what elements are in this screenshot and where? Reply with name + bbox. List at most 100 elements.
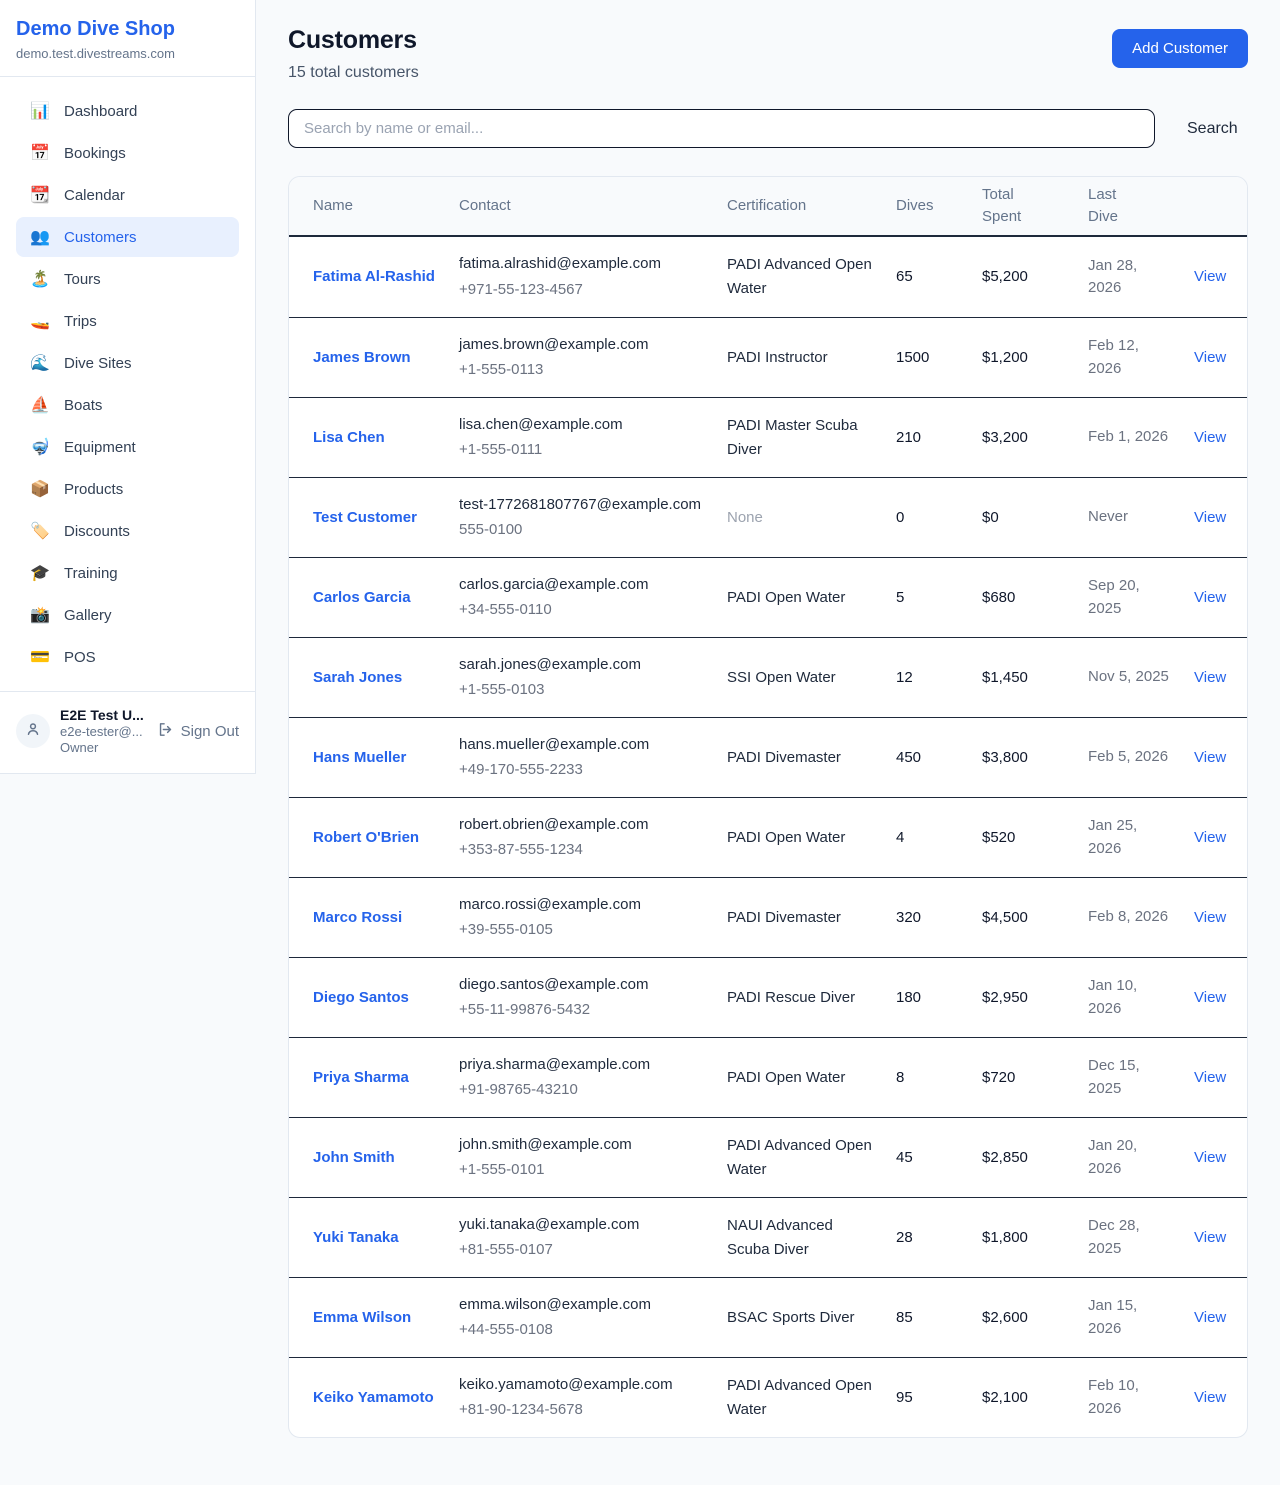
- customer-dives: 45: [896, 1149, 913, 1166]
- customer-dives: 8: [896, 1069, 904, 1086]
- customer-last-dive: Feb 10, 2026: [1088, 1377, 1139, 1417]
- user-role: Owner: [60, 740, 147, 755]
- nav-item-icon: 📸: [30, 605, 50, 625]
- view-customer-link[interactable]: View: [1194, 989, 1226, 1006]
- sidebar-item-tours[interactable]: 🏝️ Tours: [16, 259, 239, 299]
- main-content: Customers 15 total customers Add Custome…: [256, 0, 1280, 1462]
- customer-name-link[interactable]: Emma Wilson: [313, 1309, 411, 1326]
- sign-out-icon: [157, 721, 174, 742]
- customer-name-link[interactable]: Robert O'Brien: [313, 829, 419, 846]
- customer-certification: None: [727, 509, 763, 526]
- sidebar-item-boats[interactable]: ⛵ Boats: [16, 385, 239, 425]
- customer-name-link[interactable]: Marco Rossi: [313, 909, 402, 926]
- sidebar-item-discounts[interactable]: 🏷️ Discounts: [16, 511, 239, 551]
- sidebar-item-gallery[interactable]: 📸 Gallery: [16, 595, 239, 635]
- nav-item-label: Tours: [64, 271, 101, 288]
- customer-phone: +91-98765-43210: [459, 1079, 707, 1102]
- table-row: Priya Sharma priya.sharma@example.com +9…: [289, 1037, 1247, 1117]
- nav-item-label: Customers: [64, 229, 137, 246]
- customer-name-link[interactable]: Keiko Yamamoto: [313, 1389, 434, 1406]
- nav-item-icon: 🏝️: [30, 269, 50, 289]
- view-customer-link[interactable]: View: [1194, 1149, 1226, 1166]
- customer-name-link[interactable]: James Brown: [313, 349, 411, 366]
- customer-name-link[interactable]: Lisa Chen: [313, 429, 385, 446]
- sidebar-user-panel: E2E Test U... e2e-tester@... Owner Sign …: [0, 691, 255, 773]
- customer-phone: +1-555-0101: [459, 1159, 707, 1182]
- table-row: Emma Wilson emma.wilson@example.com +44-…: [289, 1277, 1247, 1357]
- view-customer-link[interactable]: View: [1194, 1069, 1226, 1086]
- customer-total-spent: $1,200: [982, 349, 1028, 366]
- customer-name-link[interactable]: John Smith: [313, 1149, 395, 1166]
- customer-last-dive: Dec 28, 2025: [1088, 1217, 1140, 1257]
- view-customer-link[interactable]: View: [1194, 1229, 1226, 1246]
- nav-item-label: Products: [64, 481, 123, 498]
- sidebar: Demo Dive Shop demo.test.divestreams.com…: [0, 0, 256, 774]
- avatar: [16, 714, 50, 748]
- customer-dives: 210: [896, 429, 921, 446]
- customer-email: hans.mueller@example.com: [459, 734, 707, 757]
- sidebar-item-customers[interactable]: 👥 Customers: [16, 217, 239, 257]
- view-customer-link[interactable]: View: [1194, 1389, 1226, 1406]
- customer-total-spent: $5,200: [982, 268, 1028, 285]
- customers-table-body: Fatima Al-Rashid fatima.alrashid@example…: [289, 237, 1247, 1437]
- search-input[interactable]: [288, 109, 1155, 148]
- sidebar-item-equipment[interactable]: 🤿 Equipment: [16, 427, 239, 467]
- sidebar-item-calendar[interactable]: 📆 Calendar: [16, 175, 239, 215]
- customer-last-dive: Nov 5, 2025: [1088, 668, 1169, 685]
- customer-count: 15 total customers: [288, 64, 419, 82]
- search-button[interactable]: Search: [1185, 116, 1240, 142]
- customer-dives: 12: [896, 669, 913, 686]
- sidebar-item-training[interactable]: 🎓 Training: [16, 553, 239, 593]
- nav-item-icon: 🌊: [30, 353, 50, 373]
- sidebar-item-trips[interactable]: 🚤 Trips: [16, 301, 239, 341]
- customer-name-link[interactable]: Carlos Garcia: [313, 589, 411, 606]
- view-customer-link[interactable]: View: [1194, 909, 1226, 926]
- sign-out-button[interactable]: Sign Out: [157, 721, 239, 742]
- nav-item-icon: 🏷️: [30, 521, 50, 541]
- nav-item-icon: 👥: [30, 227, 50, 247]
- table-row: Robert O'Brien robert.obrien@example.com…: [289, 797, 1247, 877]
- customer-name-link[interactable]: Priya Sharma: [313, 1069, 409, 1086]
- customer-dives: 0: [896, 509, 904, 526]
- customer-name-link[interactable]: Yuki Tanaka: [313, 1229, 399, 1246]
- table-row: Lisa Chen lisa.chen@example.com +1-555-0…: [289, 397, 1247, 477]
- sidebar-item-dashboard[interactable]: 📊 Dashboard: [16, 91, 239, 131]
- nav-item-icon: 🤿: [30, 437, 50, 457]
- sidebar-item-dive-sites[interactable]: 🌊 Dive Sites: [16, 343, 239, 383]
- view-customer-link[interactable]: View: [1194, 349, 1226, 366]
- customer-name-link[interactable]: Fatima Al-Rashid: [313, 268, 435, 285]
- customer-total-spent: $2,950: [982, 989, 1028, 1006]
- view-customer-link[interactable]: View: [1194, 268, 1226, 285]
- customer-email: carlos.garcia@example.com: [459, 574, 707, 597]
- page-header: Customers 15 total customers Add Custome…: [288, 26, 1248, 82]
- customer-name-link[interactable]: Test Customer: [313, 509, 417, 526]
- table-row: Hans Mueller hans.mueller@example.com +4…: [289, 717, 1247, 797]
- view-customer-link[interactable]: View: [1194, 829, 1226, 846]
- customer-certification: SSI Open Water: [727, 669, 836, 686]
- customer-name-link[interactable]: Hans Mueller: [313, 749, 406, 766]
- customer-total-spent: $720: [982, 1069, 1015, 1086]
- customer-email: james.brown@example.com: [459, 334, 707, 357]
- view-customer-link[interactable]: View: [1194, 429, 1226, 446]
- customer-last-dive: Dec 15, 2025: [1088, 1057, 1140, 1097]
- nav-item-label: Bookings: [64, 145, 126, 162]
- nav-item-label: Dashboard: [64, 103, 137, 120]
- view-customer-link[interactable]: View: [1194, 509, 1226, 526]
- customer-dives: 65: [896, 268, 913, 285]
- customer-name-link[interactable]: Diego Santos: [313, 989, 409, 1006]
- customer-email: test-1772681807767@example.com: [459, 494, 707, 517]
- view-customer-link[interactable]: View: [1194, 1309, 1226, 1326]
- table-row: John Smith john.smith@example.com +1-555…: [289, 1117, 1247, 1197]
- table-row: Diego Santos diego.santos@example.com +5…: [289, 957, 1247, 1037]
- sidebar-item-pos[interactable]: 💳 POS: [16, 637, 239, 677]
- customer-total-spent: $3,200: [982, 429, 1028, 446]
- customer-name-link[interactable]: Sarah Jones: [313, 669, 402, 686]
- view-customer-link[interactable]: View: [1194, 669, 1226, 686]
- sidebar-item-bookings[interactable]: 📅 Bookings: [16, 133, 239, 173]
- view-customer-link[interactable]: View: [1194, 589, 1226, 606]
- add-customer-button[interactable]: Add Customer: [1112, 29, 1248, 68]
- sidebar-item-products[interactable]: 📦 Products: [16, 469, 239, 509]
- view-customer-link[interactable]: View: [1194, 749, 1226, 766]
- nav-item-icon: 📅: [30, 143, 50, 163]
- customer-phone: +39-555-0105: [459, 919, 707, 942]
